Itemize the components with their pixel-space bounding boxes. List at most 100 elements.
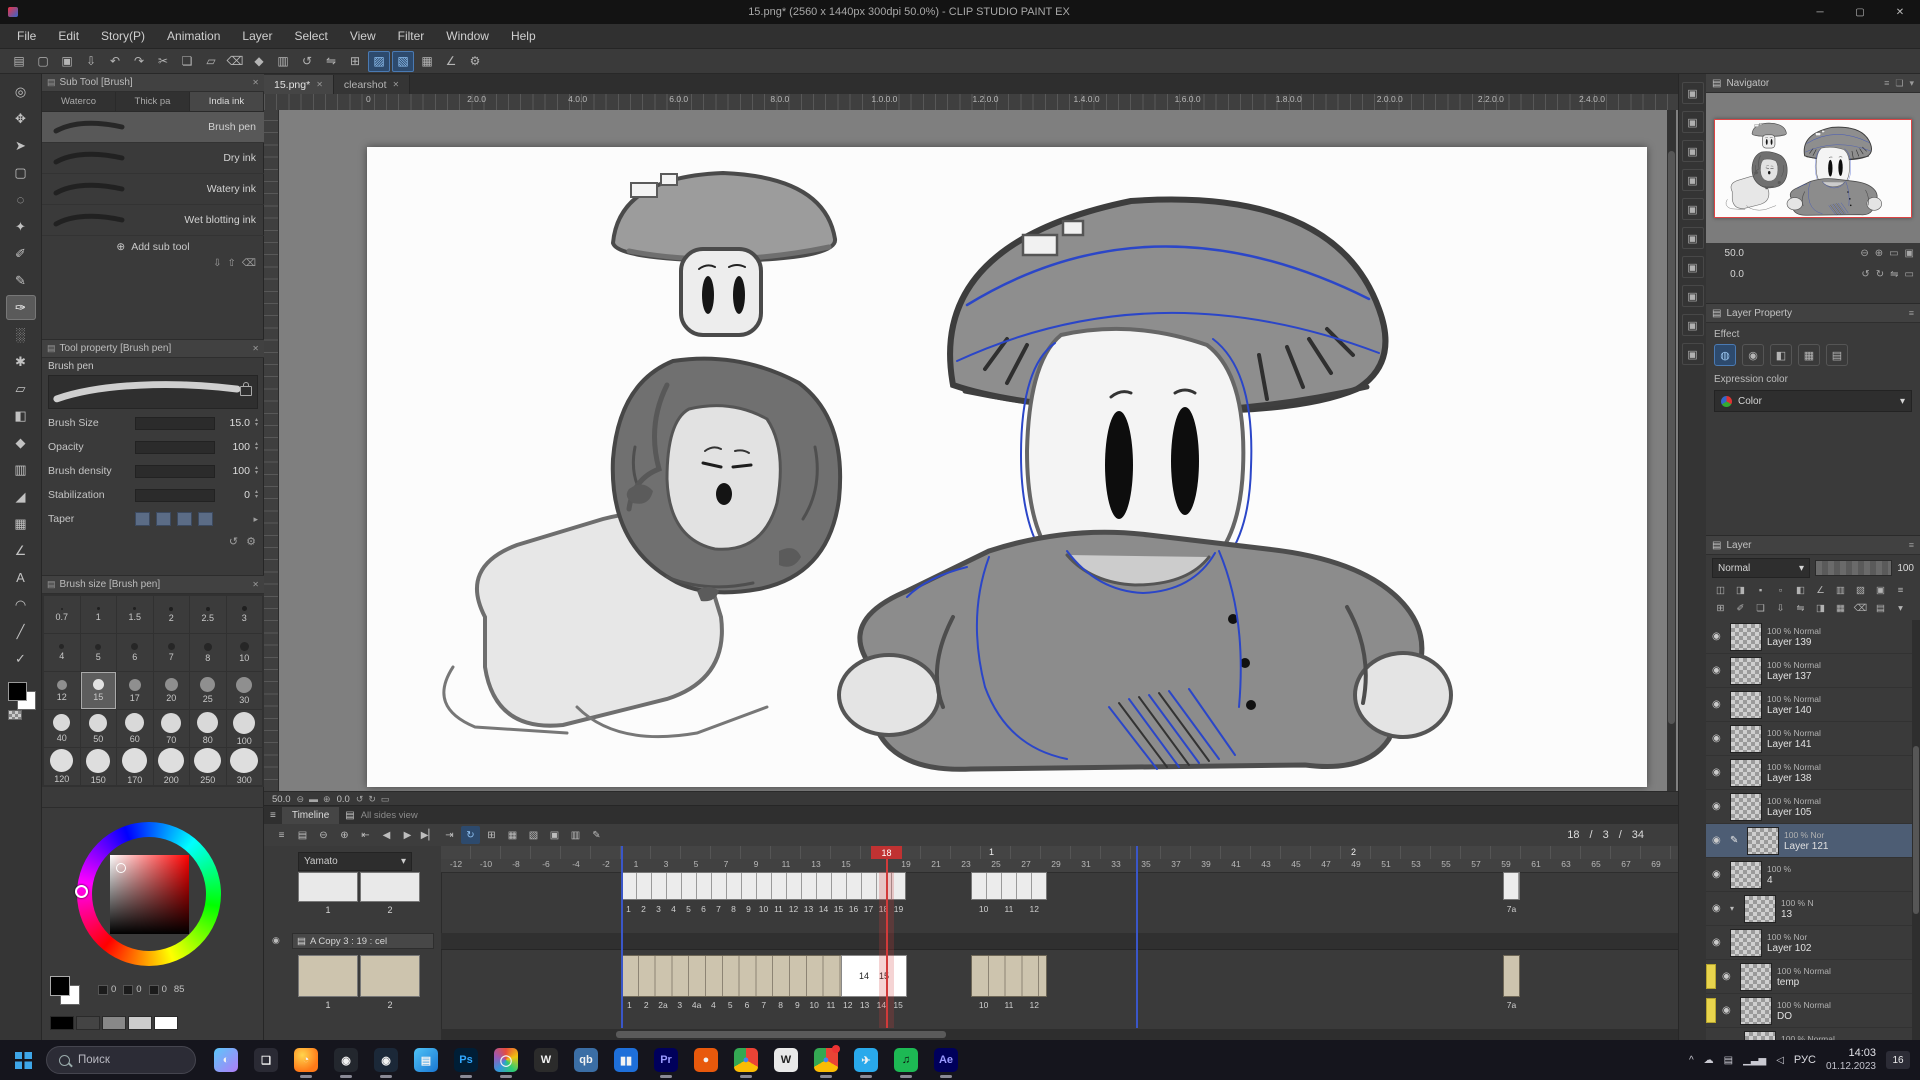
brush-size-cell[interactable]: 200 (154, 748, 190, 785)
sub-tool-item[interactable]: Brush pen (42, 112, 264, 143)
layer-opacity-slider[interactable] (1815, 560, 1892, 576)
brush-size-cell[interactable]: 100 (227, 710, 263, 747)
start-button[interactable] (0, 1040, 46, 1080)
track1-cels-strip[interactable] (621, 872, 906, 900)
last-frame-icon[interactable]: ⇥ (440, 826, 459, 844)
brush-size-cell[interactable]: 15 (81, 672, 117, 709)
save-file-icon[interactable]: ▣ (56, 51, 78, 72)
hue-marker[interactable] (75, 885, 88, 898)
track-selector-dropdown[interactable]: Yamato ▾ (298, 852, 412, 871)
decoration-tool-icon[interactable]: ✱ (6, 349, 36, 374)
taskbar-app[interactable]: ▮▮ (606, 1040, 646, 1080)
taskbar-app[interactable]: ◉ (366, 1040, 406, 1080)
expression-color-dropdown[interactable]: Color ▾ (1714, 390, 1912, 412)
material-panel-icon[interactable]: ▣ (1682, 227, 1704, 249)
panel-menu-icon[interactable]: ≡ (1909, 308, 1914, 318)
brush-size-cell[interactable]: 300 (227, 748, 263, 785)
timeline-zoom-out-icon[interactable]: ⊖ (314, 826, 333, 844)
zoom-value[interactable]: 50.0 (272, 794, 291, 805)
navigator-thumbnail[interactable] (1714, 119, 1912, 218)
layer-thumbnail[interactable] (1740, 963, 1772, 991)
brush-size-cell[interactable]: 40 (44, 710, 80, 747)
flip-view-icon[interactable]: ⇋ (320, 51, 342, 72)
brush-size-cell[interactable]: 2 (154, 596, 190, 633)
minimize-button[interactable]: ─ (1800, 0, 1840, 24)
material-panel-icon[interactable]: ▣ (1682, 140, 1704, 162)
slider-spinner[interactable]: ▴▾ (255, 442, 258, 452)
track1-head-cell[interactable] (298, 872, 358, 902)
layer-menu-icon[interactable]: ≡ (1892, 582, 1909, 598)
settings-icon[interactable]: ⚙ (464, 51, 486, 72)
paste-icon[interactable]: ▱ (200, 51, 222, 72)
taskbar-app[interactable]: ◉ (326, 1040, 366, 1080)
copy-icon[interactable]: ❏ (176, 51, 198, 72)
panel-close-icon[interactable]: ✕ (252, 344, 259, 353)
lasso-tool-icon[interactable]: ◌ (6, 187, 36, 212)
layer-thumbnail[interactable] (1744, 1031, 1776, 1041)
palette-icon[interactable]: ▣ (1872, 582, 1889, 598)
timeline-menu-icon[interactable]: ≡ (272, 826, 291, 844)
layer-visibility-eye-icon[interactable]: ◉ (1712, 937, 1725, 948)
panel-close-icon[interactable]: ✕ (252, 78, 259, 87)
brush-size-cell[interactable]: 250 (190, 748, 226, 785)
menu-item[interactable]: View (339, 24, 387, 49)
blend-tool-icon[interactable]: ◧ (6, 403, 36, 428)
navigator-rotation-value[interactable]: 0.0 (1712, 269, 1744, 280)
brush-size-cell[interactable]: 150 (81, 748, 117, 785)
brush-size-cell[interactable]: 10 (227, 634, 263, 671)
specify-cel-icon[interactable]: ▦ (503, 826, 522, 844)
layer-row[interactable]: ◉ ✎ ▾ 100 % Normal рука : 22 (1706, 1028, 1912, 1040)
layer-thumbnail[interactable] (1730, 623, 1762, 651)
status-zoom-in-icon[interactable]: ⊕ (323, 794, 331, 805)
track-visibility-eye-icon[interactable]: ◉ (272, 935, 280, 946)
menu-item[interactable]: Select (283, 24, 338, 49)
layer-mask-icon[interactable]: ◨ (1812, 600, 1829, 616)
sub-tool-item[interactable]: Wet blotting ink (42, 205, 264, 236)
material-panel-icon[interactable]: ▣ (1682, 285, 1704, 307)
timeline-marker-row[interactable] (441, 846, 1678, 859)
nav-fit-icon[interactable]: ▭ (1889, 248, 1898, 259)
brush-size-cell[interactable]: 80 (190, 710, 226, 747)
notification-count-badge[interactable]: 16 (1886, 1051, 1910, 1069)
layer-visibility-eye-icon[interactable]: ◉ (1712, 733, 1725, 744)
taskbar-app[interactable]: ✈ (846, 1040, 886, 1080)
layer-visibility-eye-icon[interactable]: ◉ (1712, 869, 1725, 880)
status-rotate-right-icon[interactable]: ↻ (368, 794, 376, 805)
maximize-button[interactable]: ▢ (1840, 0, 1880, 24)
view-mode-icon[interactable]: ▤ (345, 810, 354, 821)
material-panel-icon[interactable]: ▣ (1682, 256, 1704, 278)
brush-size-cell[interactable]: 12 (44, 672, 80, 709)
layer-visibility-eye-icon[interactable]: ◉ (1722, 1005, 1735, 1016)
brush-size-cell[interactable]: 3 (227, 596, 263, 633)
new-timeline-icon[interactable]: ▣ (545, 826, 564, 844)
layer-visibility-eye-icon[interactable]: ◉ (1712, 801, 1725, 812)
open-file-icon[interactable]: ▢ (32, 51, 54, 72)
layer-row[interactable]: ◉ ✎ ▾ 100 % Normal temp (1706, 960, 1912, 994)
brush-size-cell[interactable]: 5 (81, 634, 117, 671)
taskbar-app[interactable]: Pr (646, 1040, 686, 1080)
layer-property-header[interactable]: ▤ Layer Property ≡ (1706, 304, 1920, 323)
track1-cels-strip[interactable] (1503, 872, 1520, 900)
sub-tool-group-tab[interactable]: India ink (190, 92, 264, 111)
slider-track[interactable] (135, 489, 215, 502)
taper-segment[interactable] (135, 512, 150, 526)
reset-tool-icon[interactable]: ↺ (229, 535, 238, 548)
material-panel-icon[interactable]: ▣ (1682, 169, 1704, 191)
brush-size-cell[interactable]: 0.7 (44, 596, 80, 633)
slider-spinner[interactable]: ▴▾ (255, 490, 258, 500)
pencil-tool-icon[interactable]: ✎ (6, 268, 36, 293)
sub-tool-group-tab[interactable]: Waterco (42, 92, 116, 111)
layer-thumbnail[interactable] (1747, 827, 1779, 855)
taskbar-app[interactable]: Ps (446, 1040, 486, 1080)
panel-menu-icon[interactable]: ≡ (1909, 540, 1914, 550)
status-rotate-left-icon[interactable]: ↺ (356, 794, 364, 805)
wrench-settings-icon[interactable]: ⚙ (246, 535, 256, 548)
menu-item[interactable]: Animation (156, 24, 231, 49)
taskbar-app[interactable]: Ae (926, 1040, 966, 1080)
slider-value[interactable]: 100 (220, 441, 250, 453)
brush-size-cell[interactable]: 30 (227, 672, 263, 709)
gray-swatch[interactable] (76, 1016, 100, 1030)
new-file-icon[interactable]: ▤ (8, 51, 30, 72)
new-folder-icon[interactable]: ❏ (1752, 600, 1769, 616)
gray-swatch[interactable] (50, 1016, 74, 1030)
